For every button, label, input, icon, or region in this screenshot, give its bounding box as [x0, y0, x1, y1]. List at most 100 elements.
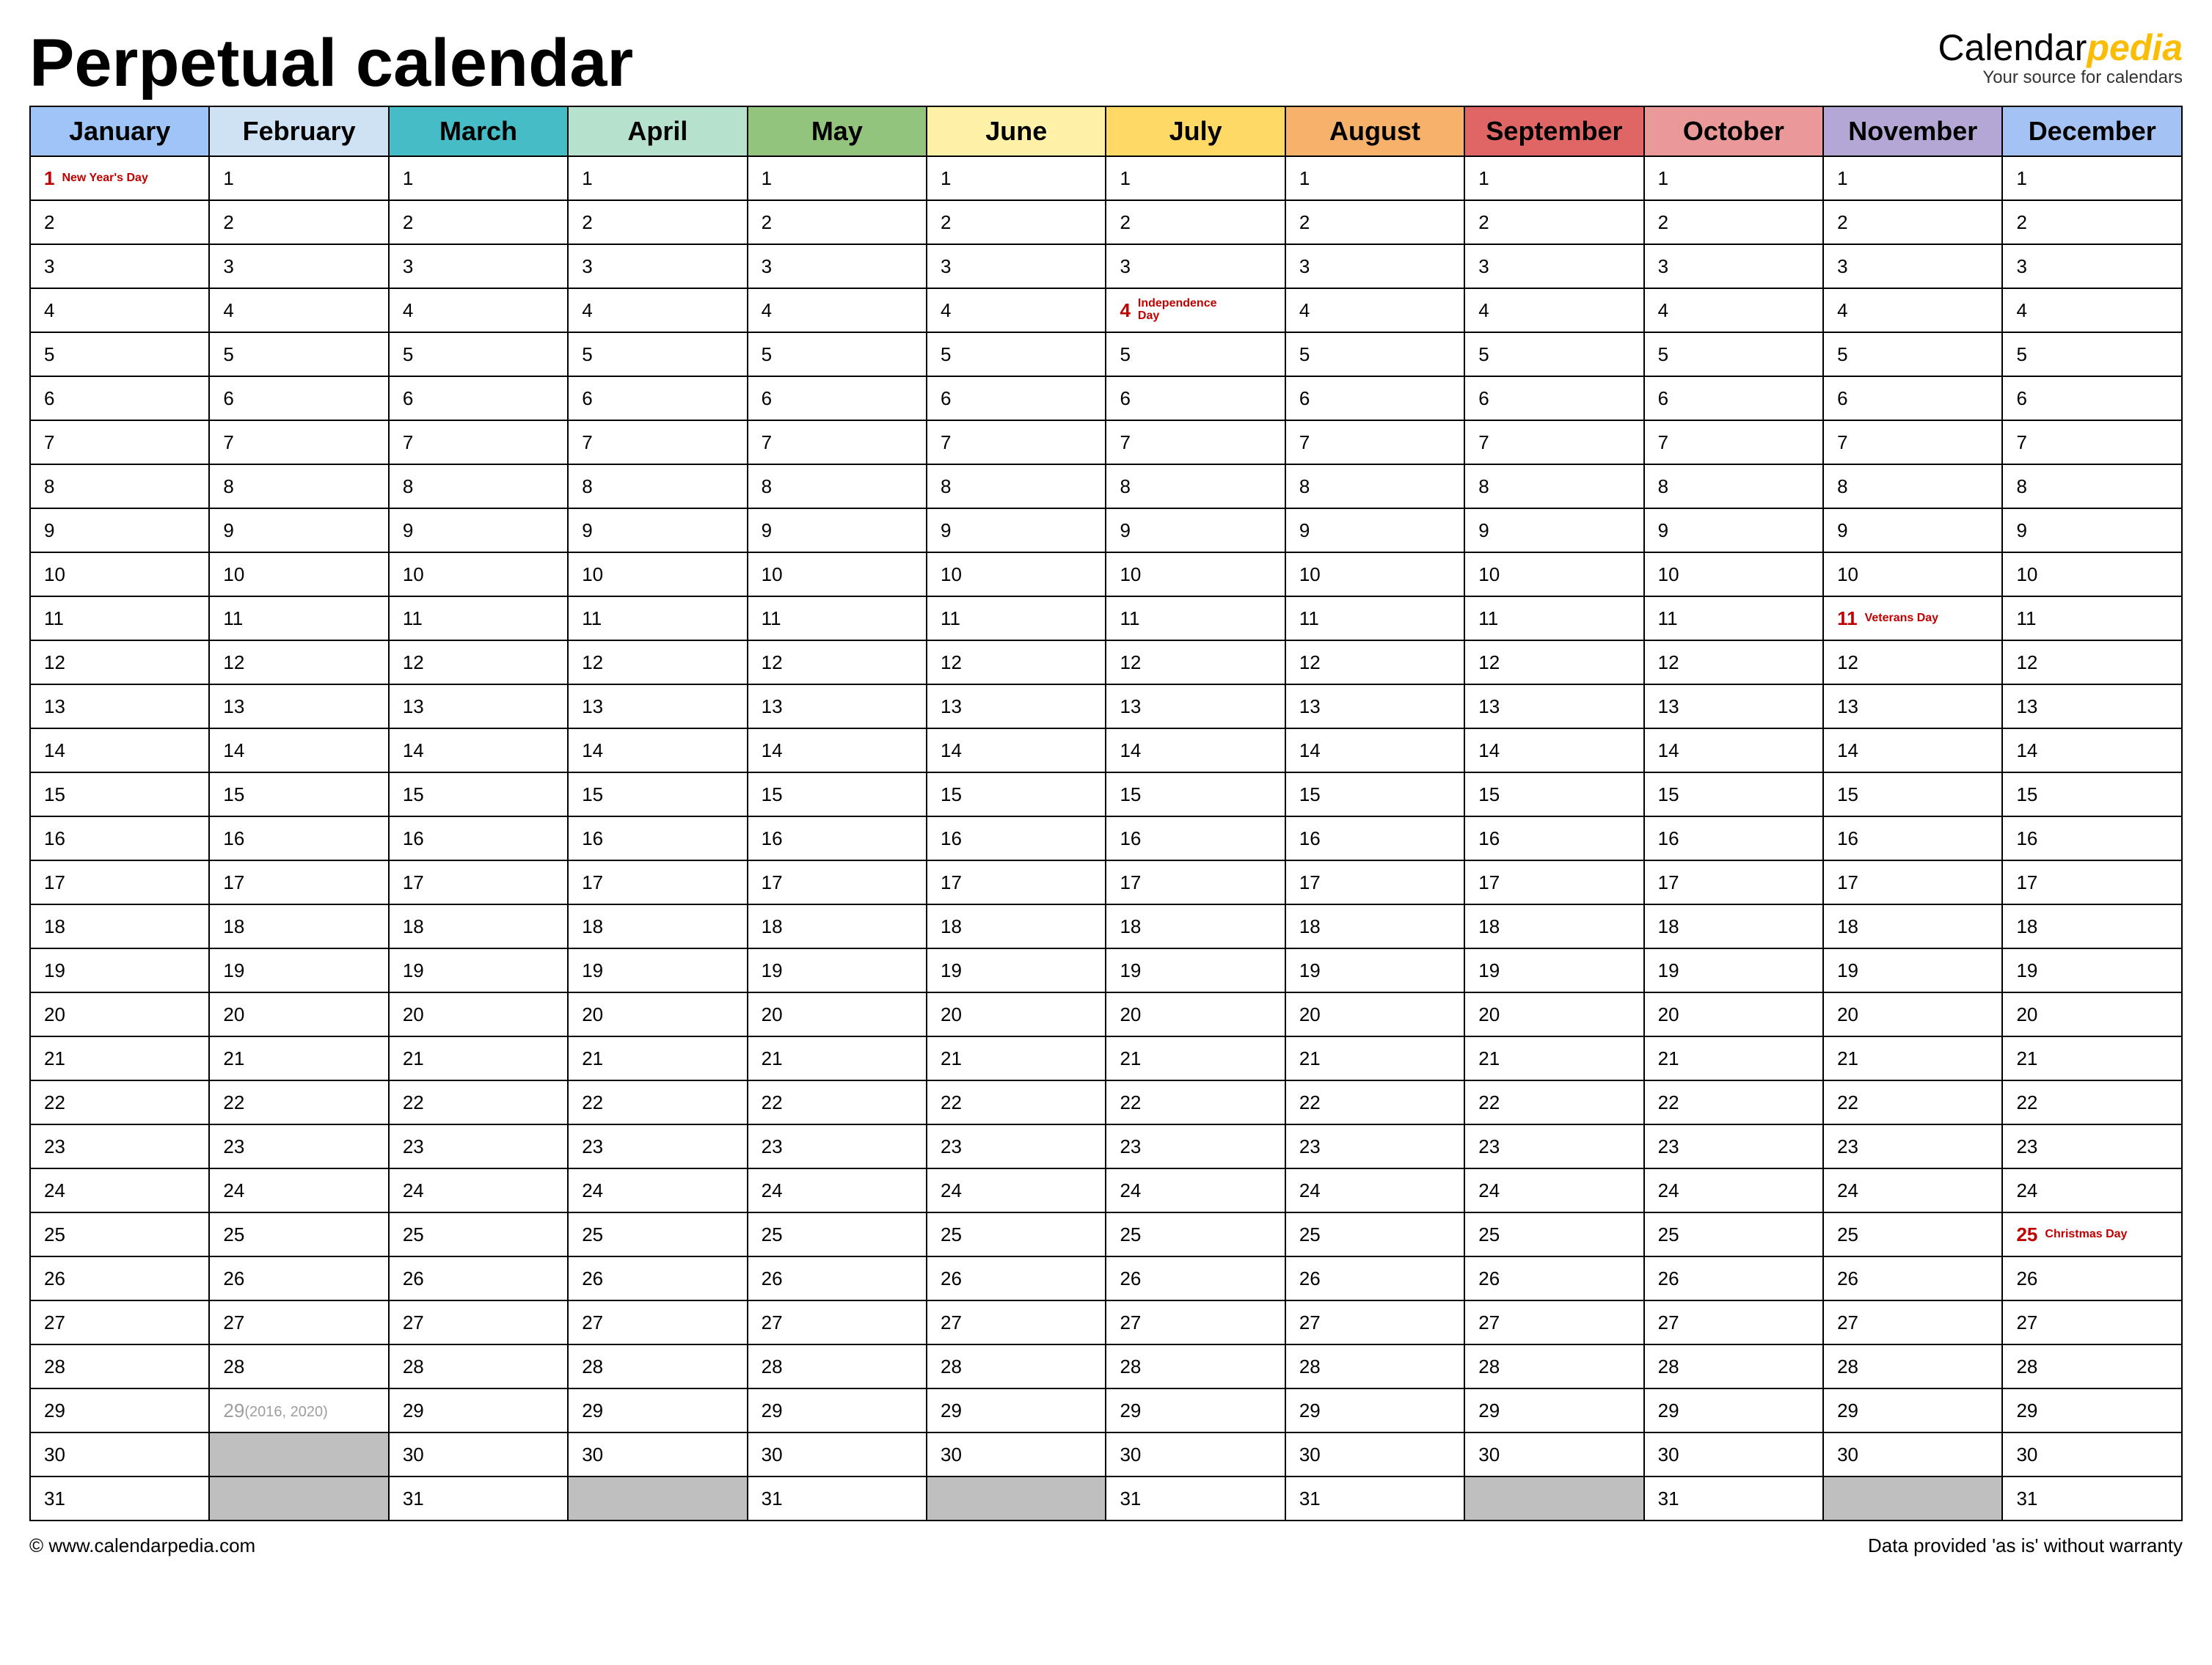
day-cell: 19: [1464, 948, 1643, 992]
day-number: 20: [223, 1003, 244, 1026]
day-cell: 9: [1644, 508, 1823, 552]
day-cell: 20: [389, 992, 568, 1036]
day-number: 20: [1120, 1003, 1141, 1026]
day-number: 6: [1299, 387, 1310, 410]
day-number: 21: [1120, 1047, 1141, 1070]
day-row: 242424242424242424242424: [30, 1168, 2182, 1212]
day-number: 1: [1478, 167, 1489, 190]
day-number: 1: [582, 167, 592, 190]
day-number: 20: [1658, 1003, 1679, 1026]
day-row: 181818181818181818181818: [30, 904, 2182, 948]
month-header-march: March: [389, 106, 568, 156]
day-cell: 28: [389, 1344, 568, 1388]
day-number: 28: [1837, 1355, 1858, 1378]
day-number: 4: [1478, 299, 1489, 322]
day-number: 21: [1658, 1047, 1679, 1070]
day-cell: 23: [927, 1124, 1106, 1168]
day-number: 7: [223, 431, 233, 454]
day-cell: 17: [568, 860, 747, 904]
day-cell: 7: [1823, 420, 2002, 464]
day-cell: 10: [2002, 552, 2182, 596]
day-cell: 13: [209, 684, 388, 728]
day-number: 13: [582, 695, 603, 718]
day-number: 9: [582, 519, 592, 542]
day-cell: 29: [30, 1388, 209, 1432]
day-number: 18: [1299, 915, 1321, 938]
day-number: 24: [223, 1179, 244, 1202]
day-cell: 19: [568, 948, 747, 992]
day-number: 3: [1658, 255, 1668, 278]
day-cell: 4: [2002, 288, 2182, 332]
day-cell: 2: [30, 200, 209, 244]
day-cell: 30: [568, 1432, 747, 1476]
day-row: 101010101010101010101010: [30, 552, 2182, 596]
day-number: 28: [1658, 1355, 1679, 1378]
day-number: 9: [1299, 519, 1310, 542]
logo-wordmark: Calendarpedia: [1938, 29, 2183, 66]
day-cell: 26: [2002, 1256, 2182, 1300]
day-cell: 24: [389, 1168, 568, 1212]
day-cell: 7: [2002, 420, 2182, 464]
day-number: 5: [1478, 343, 1489, 366]
day-cell: 18: [209, 904, 388, 948]
day-number: 8: [223, 475, 233, 498]
day-number: 12: [582, 651, 603, 674]
day-cell: 26: [1644, 1256, 1823, 1300]
day-cell: 23: [1823, 1124, 2002, 1168]
month-header-january: January: [30, 106, 209, 156]
day-cell: 15: [2002, 772, 2182, 816]
day-number: 12: [1478, 651, 1500, 674]
day-cell: 11: [209, 596, 388, 640]
day-cell: 8: [748, 464, 927, 508]
day-cell: 10: [748, 552, 927, 596]
day-cell: 15: [30, 772, 209, 816]
day-number: 29: [223, 1399, 244, 1422]
day-cell: 26: [1106, 1256, 1285, 1300]
day-cell: 16: [1106, 816, 1285, 860]
day-number: 12: [1837, 651, 1858, 674]
day-number: 14: [403, 739, 424, 762]
day-cell: 17: [927, 860, 1106, 904]
day-cell: 24: [30, 1168, 209, 1212]
day-cell: 10: [30, 552, 209, 596]
day-number: 16: [403, 827, 424, 850]
day-row: 222222222222222222222222: [30, 1080, 2182, 1124]
day-row: 141414141414141414141414: [30, 728, 2182, 772]
day-cell: 18: [1285, 904, 1464, 948]
day-number: 28: [1120, 1355, 1141, 1378]
day-number: 6: [1478, 387, 1489, 410]
day-number: 27: [1120, 1311, 1141, 1334]
day-cell: 8: [1823, 464, 2002, 508]
day-number: 5: [403, 343, 413, 366]
day-cell: 28: [1464, 1344, 1643, 1388]
day-number: 25: [44, 1223, 65, 1246]
day-cell: 16: [748, 816, 927, 860]
day-number: 22: [44, 1091, 65, 1114]
day-cell: 26: [568, 1256, 747, 1300]
day-cell: 15: [1285, 772, 1464, 816]
day-number: 16: [762, 827, 783, 850]
day-cell: 28: [1823, 1344, 2002, 1388]
day-number: 3: [403, 255, 413, 278]
day-cell: 5: [748, 332, 927, 376]
day-number: 20: [1299, 1003, 1321, 1026]
day-cell: 10: [568, 552, 747, 596]
month-header-december: December: [2002, 106, 2182, 156]
day-cell: 21: [568, 1036, 747, 1080]
day-cell: 24: [748, 1168, 927, 1212]
day-cell: 22: [1464, 1080, 1643, 1124]
day-number: 22: [1120, 1091, 1141, 1114]
day-number: 20: [44, 1003, 65, 1026]
day-number: 19: [1299, 959, 1321, 982]
day-cell: 11: [1106, 596, 1285, 640]
day-number: 9: [44, 519, 54, 542]
day-cell: 19: [2002, 948, 2182, 992]
day-number: 23: [1478, 1135, 1500, 1158]
day-cell: 14: [30, 728, 209, 772]
day-cell: 12: [927, 640, 1106, 684]
day-number: 20: [1478, 1003, 1500, 1026]
day-number: 13: [1299, 695, 1321, 718]
day-number: 1: [403, 167, 413, 190]
day-cell: 8: [1644, 464, 1823, 508]
day-number: 11: [44, 607, 64, 630]
